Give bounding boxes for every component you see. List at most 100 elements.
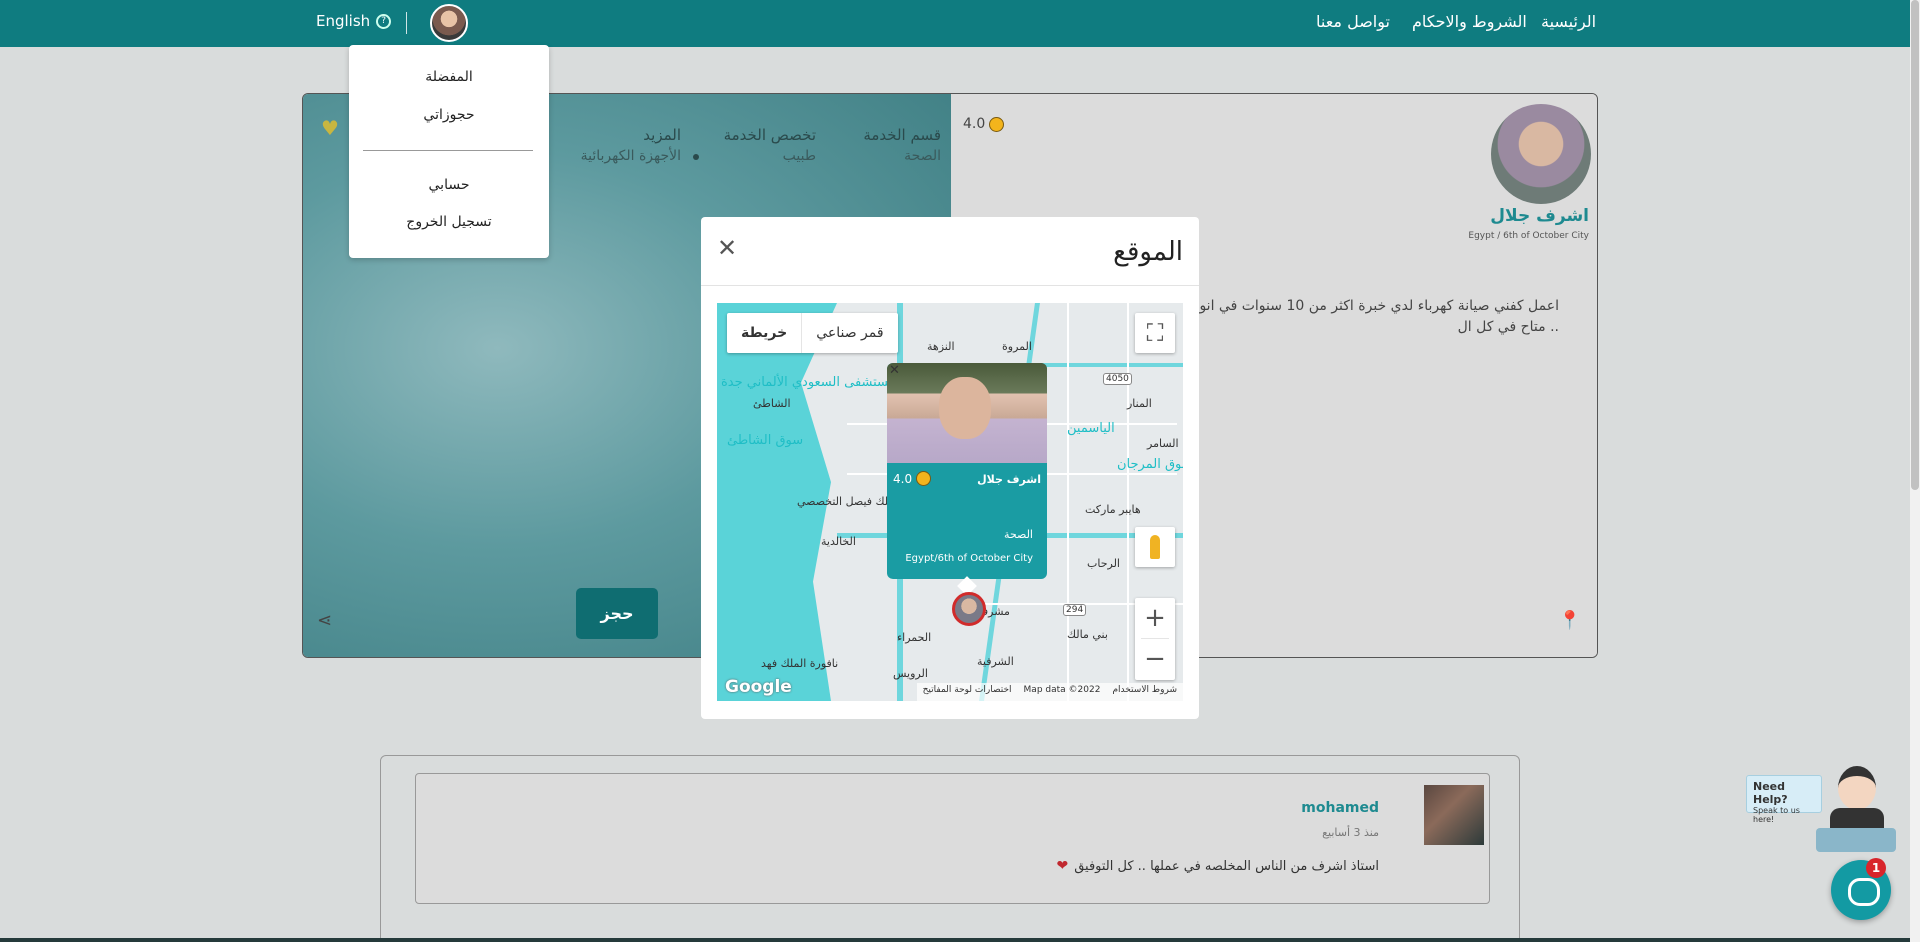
help-bubble[interactable]: Need Help? Speak to us here! xyxy=(1746,775,1822,824)
language-label: English xyxy=(316,12,371,30)
map-label: سوق الشاطئ xyxy=(727,433,804,448)
nav-link-home[interactable]: الرئيسية xyxy=(1541,12,1596,31)
zoom-in-button[interactable]: + xyxy=(1135,598,1175,639)
bottom-strip xyxy=(0,938,1910,942)
star-eyes-emoji-icon xyxy=(989,116,1005,132)
share-icon[interactable]: ⋖ xyxy=(317,610,332,631)
map-type-map-button[interactable]: خريطة xyxy=(727,313,803,353)
map-footer: اختصارات لوحة المفاتيح Map data ©2022 شر… xyxy=(916,683,1183,701)
info-window-name: اشرف جلال xyxy=(977,473,1041,486)
bullet-dot xyxy=(693,154,699,160)
map-data-credit: Map data ©2022 xyxy=(1023,685,1101,695)
help-character-illustration xyxy=(1812,760,1900,860)
globe-icon: ? xyxy=(376,13,392,29)
scrollbar-thumb[interactable] xyxy=(1911,0,1919,490)
info-window-close-icon[interactable]: ✕ xyxy=(889,363,900,378)
road-shield: 294 xyxy=(1063,604,1087,616)
map-label: المروة xyxy=(1002,340,1032,353)
profile-avatar xyxy=(1491,104,1591,204)
service-more-header: المزيد xyxy=(643,126,681,144)
map-label: السامر xyxy=(1147,437,1179,450)
help-title: Need Help? xyxy=(1753,780,1788,806)
scrollbar[interactable] xyxy=(1910,0,1920,942)
service-specialty: تخصص الخدمة طبيب xyxy=(724,126,816,164)
profile-location: Egypt / 6th of October City xyxy=(1468,231,1589,241)
review-time: منذ 3 أسابيع xyxy=(1322,826,1379,839)
map-terms-link[interactable]: شروط الاستخدام xyxy=(1112,685,1177,699)
info-window-rating: 4.0 xyxy=(893,471,932,486)
map-label: مستشفى السعودي الألماني جدة xyxy=(721,375,896,390)
zoom-divider xyxy=(1141,638,1169,639)
map-info-window: ✕ اشرف جلال 4.0 الصحة Egypt/6th of Octob… xyxy=(887,363,1047,579)
book-button[interactable]: حجز xyxy=(576,588,658,639)
service-specialty-header: تخصص الخدمة xyxy=(723,126,816,144)
service-more-value: الأجهزة الكهربائية xyxy=(580,148,681,164)
nav-link-contact[interactable]: تواصل معنا xyxy=(1316,12,1390,31)
language-switcher[interactable]: English ? xyxy=(316,12,392,30)
map-label: الشرفية xyxy=(977,655,1014,668)
google-map[interactable]: النزهة المروة مستشفى السعودي الألماني جد… xyxy=(717,303,1183,701)
map-marker[interactable] xyxy=(952,592,986,626)
map-pin-icon[interactable]: 📍 xyxy=(1559,610,1581,631)
menu-item-my-bookings[interactable]: حجوزاتي xyxy=(349,107,549,123)
map-label: الحمراء xyxy=(897,631,932,644)
top-navbar: الرئيسية الشروط والاحكام تواصل معنا Engl… xyxy=(0,0,1910,47)
profile-name: اشرف جلال xyxy=(1490,206,1589,226)
map-type-satellite-button[interactable]: قمر صناعي xyxy=(802,313,897,353)
service-section-header: قسم الخدمة xyxy=(863,126,941,144)
menu-item-favorites[interactable]: المفضلة xyxy=(349,69,549,85)
map-label: بني مالك xyxy=(1067,628,1108,641)
map-label: الرحاب xyxy=(1087,557,1120,570)
help-subtitle: Speak to us here! xyxy=(1753,806,1800,824)
service-specialty-value: طبيب xyxy=(782,148,816,164)
menu-divider xyxy=(363,150,533,151)
nav-divider xyxy=(406,12,407,34)
map-street xyxy=(1067,303,1069,701)
google-logo: Google xyxy=(725,677,792,697)
map-label: الياسمين xyxy=(1067,421,1115,436)
info-window-rating-value: 4.0 xyxy=(893,471,913,486)
chat-notification-badge: 1 xyxy=(1866,858,1886,878)
review-avatar xyxy=(1424,785,1484,845)
rating-value: 4.0 xyxy=(963,116,986,132)
map-street xyxy=(1127,303,1129,701)
info-window-photo xyxy=(887,363,1047,463)
review-body: استاذ اشرف من الناس المخلصه في عملها .. … xyxy=(1074,858,1379,874)
nav-link-terms[interactable]: الشروط والاحكام xyxy=(1412,12,1527,31)
modal-title: الموقع xyxy=(1113,237,1183,267)
service-more: المزيد الأجهزة الكهربائية xyxy=(581,126,681,164)
map-label: الشاطئ xyxy=(753,397,791,410)
info-window-city: Egypt/6th of October City xyxy=(905,553,1033,564)
menu-item-logout[interactable]: تسجيل الخروج xyxy=(349,214,549,230)
map-label: الخالدية xyxy=(821,535,856,548)
fullscreen-icon[interactable]: ⛶ xyxy=(1135,313,1175,353)
street-view-pegman-icon[interactable] xyxy=(1135,527,1175,567)
map-label: المنار xyxy=(1127,397,1152,410)
user-dropdown-menu: المفضلة حجوزاتي حسابي تسجيل الخروج xyxy=(349,45,549,258)
info-window-category: الصحة xyxy=(1004,528,1033,541)
character-laptop xyxy=(1816,828,1896,852)
map-type-control: خريطة قمر صناعي xyxy=(727,313,898,353)
close-icon[interactable]: ✕ xyxy=(715,236,739,260)
zoom-out-button[interactable]: − xyxy=(1135,639,1175,680)
user-avatar[interactable] xyxy=(430,4,468,42)
map-label: سوق المرجان xyxy=(1117,457,1183,472)
map-label: الرويس xyxy=(893,667,928,680)
star-eyes-emoji-icon xyxy=(916,471,932,486)
review-author[interactable]: mohamed xyxy=(1301,800,1379,816)
profile-rating: 4.0 xyxy=(963,116,1005,132)
service-section-value: الصحة xyxy=(904,148,941,164)
review-text: استاذ اشرف من الناس المخلصه في عملها .. … xyxy=(1056,858,1379,874)
map-label: هايبر ماركت xyxy=(1085,503,1141,516)
location-modal: الموقع ✕ النزهة المروة مستشفى السعودي ال… xyxy=(701,217,1199,719)
zoom-control: + − xyxy=(1135,598,1175,680)
modal-divider xyxy=(701,285,1199,286)
map-label: نافورة الملك فهد xyxy=(761,657,839,670)
character-head xyxy=(1838,766,1876,810)
menu-item-my-account[interactable]: حسابي xyxy=(349,177,549,193)
map-label: النزهة xyxy=(927,340,955,353)
road-shield: 4050 xyxy=(1103,373,1132,385)
map-keyboard-shortcuts[interactable]: اختصارات لوحة المفاتيح xyxy=(923,685,1012,699)
heart-icon[interactable]: ♥ xyxy=(321,116,339,140)
service-section: قسم الخدمة الصحة xyxy=(863,126,941,164)
